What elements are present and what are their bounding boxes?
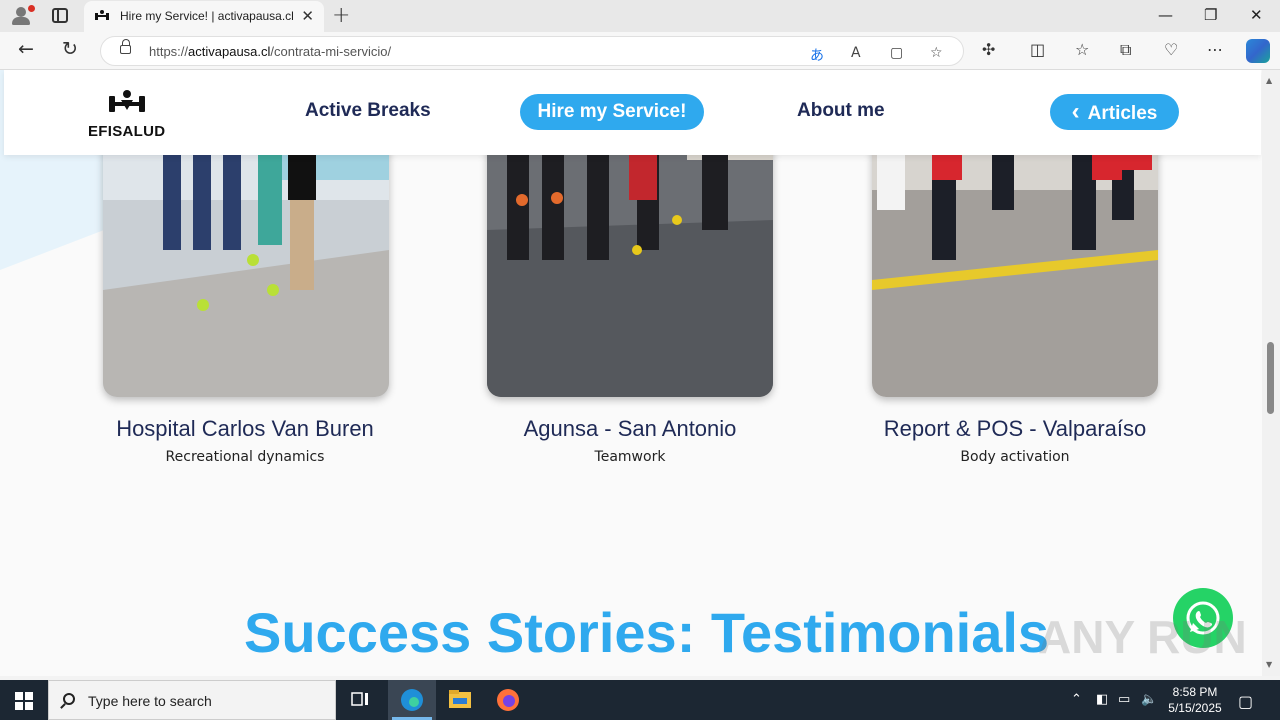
notifications-icon[interactable]: ▢ — [1238, 692, 1253, 711]
site-header: EFISALUD Active Breaks Hire my Service! … — [4, 70, 1261, 155]
close-window-button[interactable]: ✕ — [1250, 6, 1263, 24]
immersive-reader-icon[interactable]: ▢ — [890, 45, 903, 61]
card-title-hospital: Hospital Carlos Van Buren — [116, 416, 374, 441]
url-text[interactable]: https://activapausa.cl/contrata-mi-servi… — [149, 44, 391, 59]
tab-close-icon[interactable]: ✕ — [301, 7, 314, 25]
new-tab-button[interactable]: + — [332, 3, 350, 28]
task-view-icon[interactable] — [336, 680, 384, 720]
split-screen-icon[interactable]: ◫ — [1030, 40, 1045, 59]
copilot-icon[interactable] — [1246, 39, 1270, 63]
articles-label: Articles — [1087, 103, 1158, 124]
taskbar-search[interactable]: Type here to search — [48, 680, 336, 720]
tab-actions-icon[interactable] — [52, 8, 68, 23]
show-hidden-icons-chevron[interactable]: ⌃ — [1071, 692, 1082, 707]
scroll-up-icon[interactable]: ▲ — [1266, 76, 1272, 85]
browser-essentials-icon[interactable]: ♡ — [1164, 40, 1178, 59]
card-subtitle-agunsa: Teamwork — [594, 449, 666, 465]
system-clock[interactable]: 8:58 PM 5/15/2025 — [1160, 684, 1230, 716]
profile-icon[interactable] — [8, 4, 35, 28]
file-explorer-icon[interactable] — [436, 680, 484, 720]
site-favicon-icon — [95, 10, 109, 20]
device-icon[interactable]: ◧ — [1096, 692, 1108, 707]
nav-active-breaks[interactable]: Active Breaks — [305, 100, 431, 122]
favorites-icon[interactable]: ☆ — [1075, 40, 1089, 59]
lock-icon[interactable] — [120, 39, 131, 54]
tab-title: Hire my Service! | activapausa.cl — [120, 9, 294, 23]
firefox-icon[interactable] — [484, 680, 532, 720]
nav-articles-button[interactable]: ‹ Articles — [1050, 94, 1179, 130]
watermark-logo: ANY RUN — [1038, 611, 1247, 663]
nav-about-me[interactable]: About me — [797, 100, 885, 122]
edge-browser-icon[interactable] — [388, 680, 436, 720]
refresh-icon[interactable]: ↻ — [62, 38, 78, 60]
favorite-star-icon[interactable]: ☆ — [930, 45, 943, 61]
windows-start-icon[interactable] — [15, 692, 33, 710]
logo-text[interactable]: EFISALUD — [88, 123, 165, 140]
windows-taskbar: Type here to search ⌃ ◧ ▭ 🔈 8:58 PM 5/15… — [0, 680, 1280, 720]
read-aloud-icon[interactable]: A — [851, 45, 861, 61]
translate-icon[interactable]: あ — [810, 45, 824, 65]
chevron-left-icon: ‹ — [1071, 98, 1080, 125]
scrollbar-thumb[interactable] — [1267, 342, 1274, 414]
browser-tab-strip: Hire my Service! | activapausa.cl ✕ + — … — [0, 0, 1280, 32]
card-title-report-pos: Report & POS - Valparaíso — [883, 416, 1147, 441]
extensions-icon[interactable]: ✣ — [982, 40, 995, 59]
card-subtitle-report-pos: Body activation — [960, 449, 1070, 465]
scroll-down-icon[interactable]: ▼ — [1266, 660, 1272, 669]
clock-time: 8:58 PM — [1172, 685, 1218, 699]
back-arrow-icon[interactable]: ← — [18, 38, 34, 60]
nav-hire-service-button[interactable]: Hire my Service! — [520, 94, 704, 130]
address-toolbar: ← ↻ https://activapausa.cl/contrata-mi-s… — [0, 32, 1280, 70]
section-heading: Success Stories: Testimonials — [244, 601, 1050, 664]
page-viewport: EFISALUD Active Breaks Hire my Service! … — [0, 70, 1262, 676]
search-icon — [63, 693, 75, 705]
collections-icon[interactable]: ⧉ — [1120, 40, 1131, 60]
network-icon[interactable]: ▭ — [1118, 692, 1130, 707]
card-subtitle-hospital: Recreational dynamics — [165, 449, 325, 465]
settings-more-icon[interactable]: ⋯ — [1207, 40, 1223, 59]
volume-icon[interactable]: 🔈 — [1141, 692, 1157, 707]
maximize-button[interactable]: ❐ — [1204, 6, 1217, 24]
browser-tab[interactable]: Hire my Service! | activapausa.cl ✕ — [84, 1, 324, 32]
card-title-agunsa: Agunsa - San Antonio — [523, 416, 737, 441]
address-bar[interactable]: https://activapausa.cl/contrata-mi-servi… — [100, 36, 964, 66]
page-scrollbar[interactable]: ▲ ▼ — [1262, 70, 1280, 676]
dumbbell-logo-icon[interactable] — [107, 88, 147, 118]
minimize-button[interactable]: — — [1158, 6, 1173, 24]
search-placeholder: Type here to search — [88, 693, 212, 709]
clock-date: 5/15/2025 — [1168, 701, 1222, 715]
